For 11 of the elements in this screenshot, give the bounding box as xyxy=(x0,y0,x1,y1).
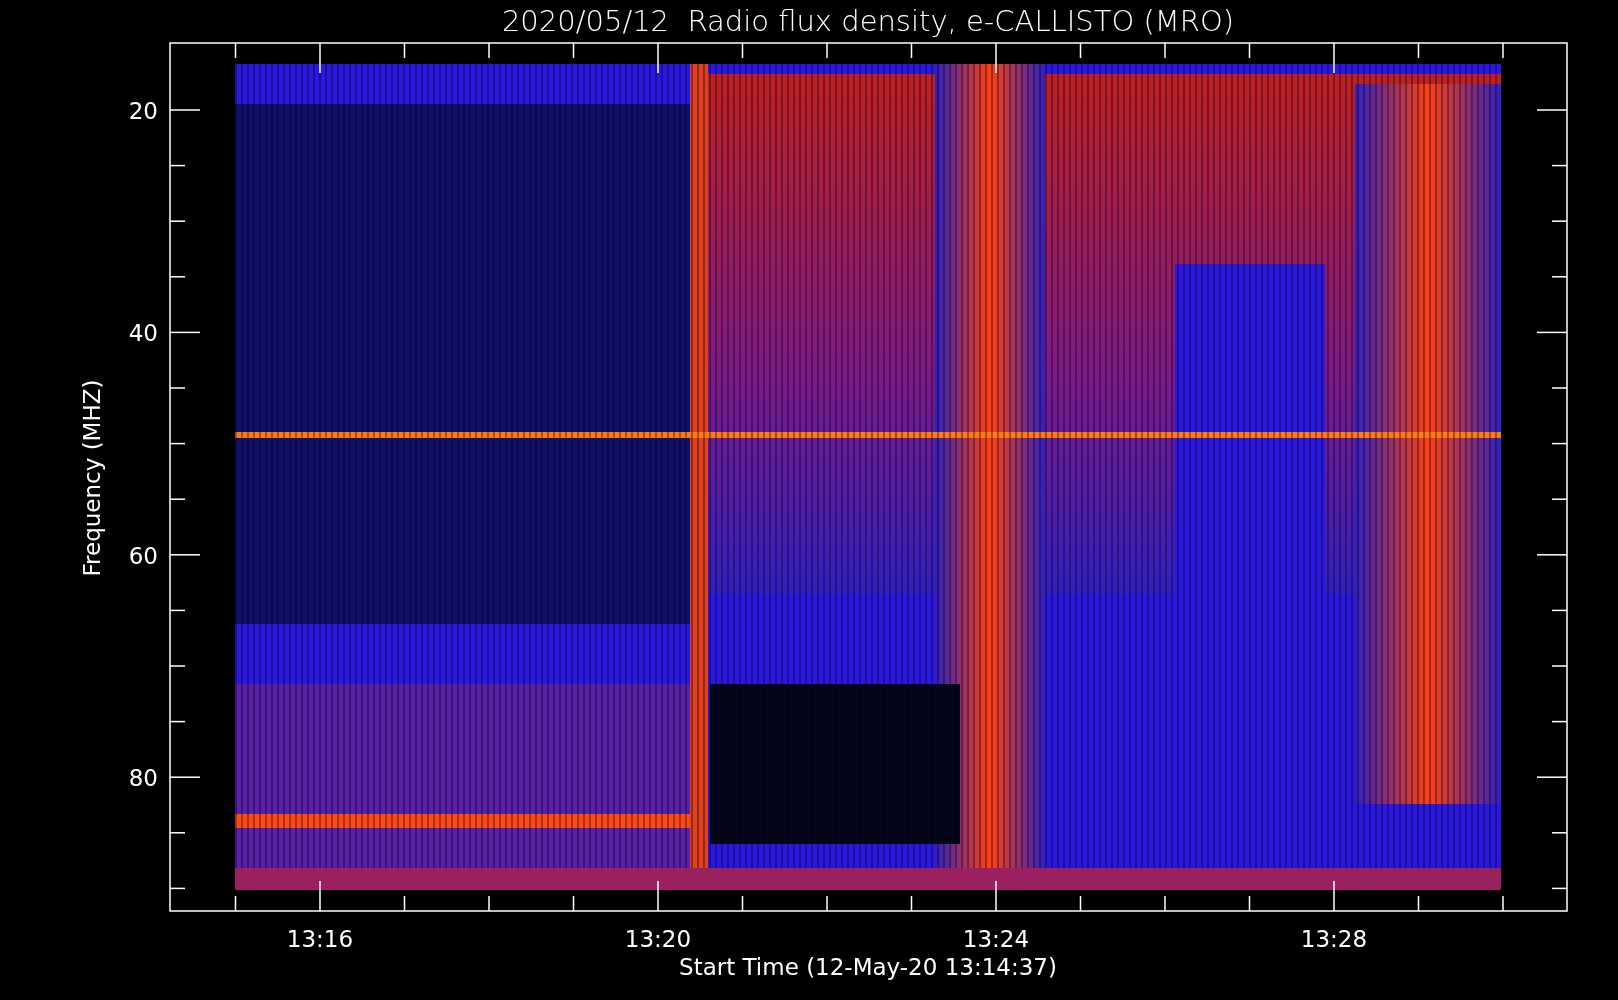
tick-label: 13:28 xyxy=(1300,926,1368,952)
tick-label: 13:16 xyxy=(286,926,354,952)
tick-label: 20 xyxy=(128,98,158,124)
tick-label: 80 xyxy=(128,765,158,792)
axis-label: Start Time (12-May-20 13:14:37) xyxy=(679,954,1057,980)
tick-label: 40 xyxy=(128,320,158,347)
axis-label: Frequency (MHZ) xyxy=(79,379,105,577)
chart-title: 2020/05/12 Radio flux density, e-CALLISTO (MRO) xyxy=(501,4,1235,38)
tick-label: 13:20 xyxy=(624,926,692,952)
tick-label: 13:24 xyxy=(962,926,1030,952)
tick-label: 60 xyxy=(128,542,158,569)
